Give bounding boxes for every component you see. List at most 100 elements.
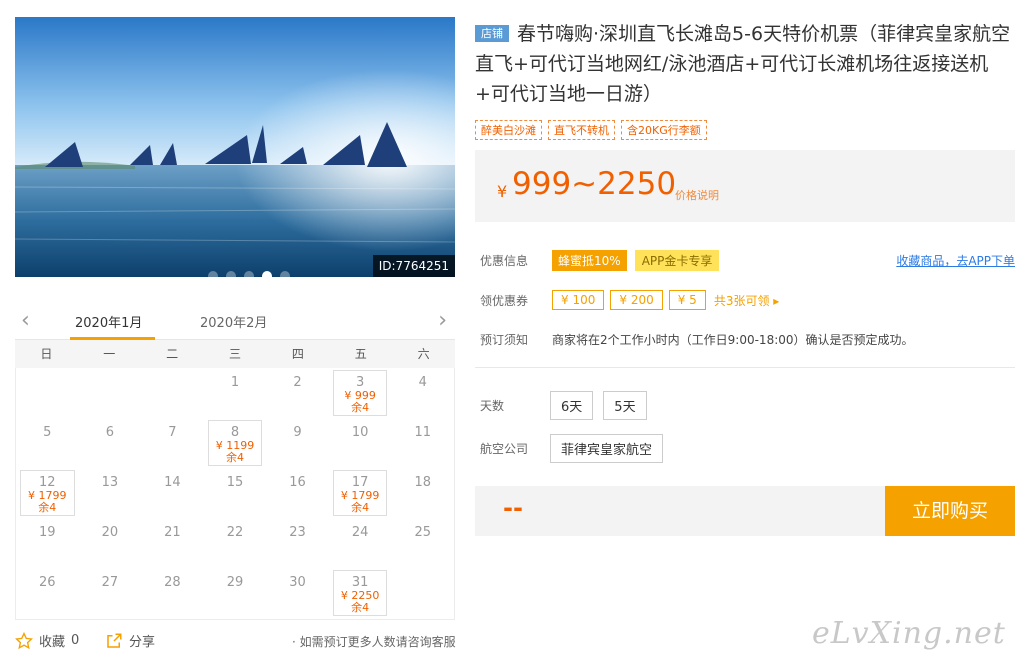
divider	[475, 367, 1015, 368]
app-gold-card-chip: APP金卡专享	[634, 250, 720, 271]
day-remaining: 余4	[351, 601, 370, 614]
calendar-day: 20	[79, 518, 142, 568]
day-number: 31	[351, 575, 369, 590]
gallery-dot[interactable]	[226, 271, 236, 277]
share-button[interactable]: 分享	[105, 631, 155, 650]
calendar-day: 1	[204, 368, 267, 418]
days-label: 天数	[480, 399, 505, 413]
day-number: 8	[230, 425, 240, 440]
calendar-day: 30	[266, 568, 329, 618]
feature-tag: 醉美白沙滩	[475, 120, 542, 140]
calendar-day-available[interactable]: 31 ¥ 2250 余4	[332, 570, 388, 616]
feature-tags: 醉美白沙滩 直飞不转机 含20KG行李额	[475, 120, 707, 140]
day-number: 4	[418, 375, 427, 390]
tab-month-jan[interactable]: 2020年1月	[75, 312, 142, 331]
share-icon	[107, 633, 122, 648]
calendar-day-available[interactable]: 17 ¥ 1799 余4	[332, 470, 388, 516]
calendar-day: 6	[79, 418, 142, 468]
day-number: 29	[226, 575, 244, 590]
day-number: 25	[414, 525, 431, 540]
coupon-row: 领优惠券 ¥ 100 ¥ 200 ¥ 5 共3张可领 ▸	[480, 290, 779, 310]
calendar-day: 11	[391, 418, 454, 468]
favorite-count: 0	[71, 633, 80, 648]
chevron-right-icon[interactable]: ›	[438, 310, 447, 332]
calendar-day: 28	[141, 568, 204, 618]
calendar-day: 24	[329, 518, 392, 568]
calendar-day: 14	[141, 468, 204, 518]
honey-discount-chip: 蜂蜜抵10%	[552, 250, 627, 271]
calendar-day: 18	[391, 468, 454, 518]
gallery-dot-active[interactable]	[262, 271, 272, 277]
days-option-6[interactable]: 6天	[550, 391, 594, 420]
star-icon	[15, 631, 33, 649]
notice-text: 商家将在2个工作小时内（工作日9:00-18:00）确认是否预定成功。	[552, 333, 914, 347]
calendar-weekdays: 日 一 二 三 四 五 六	[15, 340, 455, 368]
weekday-label: 五	[354, 347, 367, 361]
calendar-day: 9	[266, 418, 329, 468]
day-number: 1	[230, 375, 240, 390]
calendar-day-available[interactable]: 12 ¥ 1799 余4	[20, 470, 75, 516]
day-number: 10	[351, 425, 369, 440]
coupon-more-link[interactable]: 共3张可领 ▸	[714, 292, 779, 309]
gallery-dot[interactable]	[280, 271, 290, 277]
calendar-day	[141, 368, 204, 418]
gallery-dot[interactable]	[244, 271, 254, 277]
calendar-day: 5	[16, 418, 79, 468]
gallery-dot[interactable]	[208, 271, 218, 277]
weekday-label: 六	[417, 347, 430, 361]
feature-tag: 直飞不转机	[548, 120, 615, 140]
day-remaining: 余4	[38, 501, 57, 514]
product-title: 春节嗨购·深圳直飞长滩岛5-6天特价机票（菲律宾皇家航空直飞+可代订当地网红/泳…	[475, 23, 1011, 105]
favorite-button[interactable]: 收藏 0	[15, 631, 79, 650]
airline-row: 航空公司 菲律宾皇家航空	[480, 434, 673, 463]
coupon-5[interactable]: ¥ 5	[668, 290, 706, 310]
calendar-day	[79, 368, 142, 418]
calendar-day	[391, 568, 454, 618]
currency-symbol: ¥	[497, 182, 508, 201]
price-range: 999~2250	[512, 166, 677, 202]
weekday-label: 日	[40, 347, 53, 361]
product-image-gallery[interactable]: ID:7764251	[15, 17, 455, 277]
calendar-day-available[interactable]: 8 ¥ 1199 余4	[207, 420, 263, 466]
calendar-day: 27	[79, 568, 142, 618]
day-number: 24	[351, 525, 369, 540]
day-number: 18	[414, 475, 431, 490]
day-number: 21	[164, 525, 181, 540]
store-badge: 店铺	[475, 25, 509, 42]
calendar-day: 19	[16, 518, 79, 568]
feature-tag: 含20KG行李额	[621, 120, 707, 140]
buy-bar: -- 立即购买	[475, 486, 1015, 536]
buy-now-button[interactable]: 立即购买	[885, 486, 1015, 536]
day-number: 7	[168, 425, 177, 440]
promo-label: 优惠信息	[480, 254, 529, 268]
site-watermark: eLvXing.net	[812, 616, 1006, 651]
airline-label: 航空公司	[480, 442, 529, 456]
calendar-day: 21	[141, 518, 204, 568]
day-number: 27	[101, 575, 119, 590]
calendar-day-available[interactable]: 3 ¥ 999 余4	[332, 370, 388, 416]
app-order-link[interactable]: 收藏商品，去APP下单	[896, 252, 1015, 269]
price-explanation-link[interactable]: 价格说明	[675, 187, 719, 203]
calendar-day: 22	[204, 518, 267, 568]
coupon-100[interactable]: ¥ 100	[552, 290, 605, 310]
price-box: ¥ 999~2250 价格说明	[475, 150, 1015, 222]
tab-month-feb[interactable]: 2020年2月	[200, 312, 267, 331]
weekday-label: 一	[103, 347, 116, 361]
day-number: 22	[226, 525, 244, 540]
calendar-day: 29	[204, 568, 267, 618]
calendar-day: 13	[79, 468, 142, 518]
days-option-5[interactable]: 5天	[603, 391, 647, 420]
gallery-pagination[interactable]	[208, 271, 290, 277]
calendar-day: 26	[16, 568, 79, 618]
contact-note: · 如需预订更多人数请咨询客服	[292, 635, 456, 649]
selected-price: --	[503, 494, 523, 522]
chevron-left-icon[interactable]: ‹	[21, 310, 30, 332]
notice-row: 预订须知 商家将在2个工作小时内（工作日9:00-18:00）确认是否预定成功。	[480, 331, 914, 348]
day-remaining: 余4	[351, 401, 370, 414]
calendar-day: 2	[266, 368, 329, 418]
calendar-day: 10	[329, 418, 392, 468]
coupon-200[interactable]: ¥ 200	[610, 290, 663, 310]
airline-option[interactable]: 菲律宾皇家航空	[550, 434, 664, 463]
sailboats-photo	[15, 17, 455, 277]
day-number: 16	[289, 475, 306, 490]
